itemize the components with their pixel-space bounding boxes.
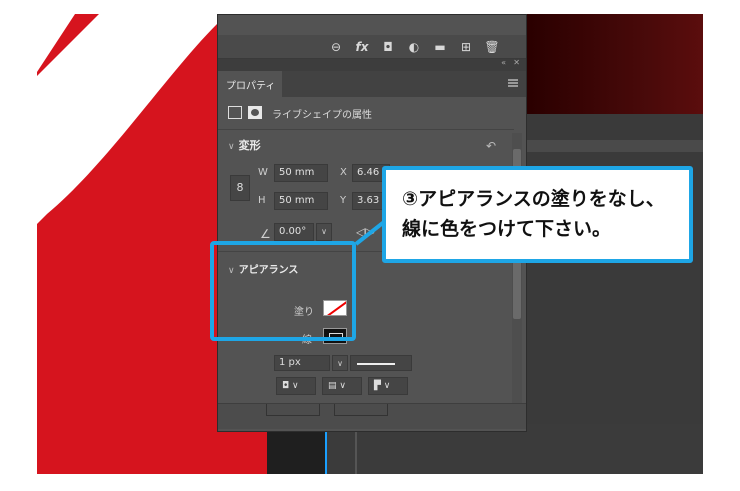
stroke-corner-button[interactable]: ▛ ∨ [368, 377, 408, 395]
callout-line-2: 線に色をつけて下さい。 [402, 218, 612, 240]
angle-dropdown[interactable]: ∨ [316, 223, 332, 241]
new-layer-icon[interactable]: ⊞ [458, 39, 474, 55]
divider [218, 129, 514, 130]
screenshot-stage: ⊖ fx ◘ ◐ ▬ ⊞ 🗑 « ✕ プロパティ ライブシェイプの属性 ∨ 変形… [0, 0, 740, 491]
tab-properties[interactable]: プロパティ [218, 71, 282, 97]
close-icon[interactable]: ✕ [513, 58, 520, 67]
mask-icon[interactable]: ◘ [380, 39, 396, 55]
angle-icon: ∠ [260, 227, 271, 241]
panel-bottom-row [218, 403, 526, 429]
callout-text: ③アピアランスの塗りをなし、 線に色をつけて下さい。 [402, 184, 665, 244]
folder-icon[interactable]: ▬ [432, 39, 448, 55]
chevron-down-icon: ∨ [228, 142, 235, 152]
stroke-cap-button[interactable]: ▤ ∨ [322, 377, 362, 395]
transform-section-header[interactable]: ∨ 変形 [228, 137, 261, 153]
link-icon[interactable]: ⊖ [328, 39, 344, 55]
shape-mask-icon[interactable] [248, 106, 262, 119]
adjustment-icon[interactable]: ◐ [406, 39, 422, 55]
shape-bounds-icon[interactable] [228, 106, 242, 119]
corner-field[interactable] [334, 404, 388, 416]
callout-line-1: ③アピアランスの塗りをなし、 [402, 188, 665, 210]
trash-icon[interactable]: 🗑 [484, 39, 500, 55]
height-field[interactable]: 50 mm [274, 192, 328, 210]
live-shape-label: ライブシェイプの属性 [272, 110, 372, 121]
angle-field[interactable]: 0.00° [274, 223, 314, 241]
h-label: H [258, 195, 266, 206]
stroke-width-field[interactable]: 1 px [274, 355, 330, 371]
panel-menu-icon[interactable] [508, 79, 518, 87]
y-label: Y [340, 195, 347, 206]
collapse-icon[interactable]: « [501, 58, 506, 67]
reset-icon[interactable]: ↶ [486, 139, 496, 153]
panel-collapse-bar: « ✕ [218, 58, 526, 71]
document-preview-dark [527, 14, 703, 114]
stroke-style-dropdown[interactable] [350, 355, 412, 371]
flip-horizontal-icon[interactable]: ◁▷ [356, 225, 374, 239]
appearance-highlight-box [210, 241, 356, 341]
width-field[interactable]: 50 mm [274, 164, 328, 182]
stroke-width-dropdown[interactable]: ∨ [332, 355, 348, 371]
constrain-proportions-button[interactable]: 8 [230, 175, 250, 201]
corner-field[interactable] [266, 404, 320, 416]
live-shape-header: ライブシェイプの属性 [228, 103, 518, 125]
x-label: X [340, 167, 347, 178]
transform-header-label: 変形 [238, 139, 261, 152]
fx-icon[interactable]: fx [354, 39, 370, 55]
instruction-callout: ③アピアランスの塗りをなし、 線に色をつけて下さい。 [382, 166, 693, 263]
w-label: W [258, 167, 268, 178]
stroke-align-button[interactable]: ◘ ∨ [276, 377, 316, 395]
panel-tabbar: プロパティ [218, 71, 526, 97]
right-panel-tabbar [527, 140, 703, 152]
layers-toolbar: ⊖ fx ◘ ◐ ▬ ⊞ 🗑 [218, 35, 526, 59]
